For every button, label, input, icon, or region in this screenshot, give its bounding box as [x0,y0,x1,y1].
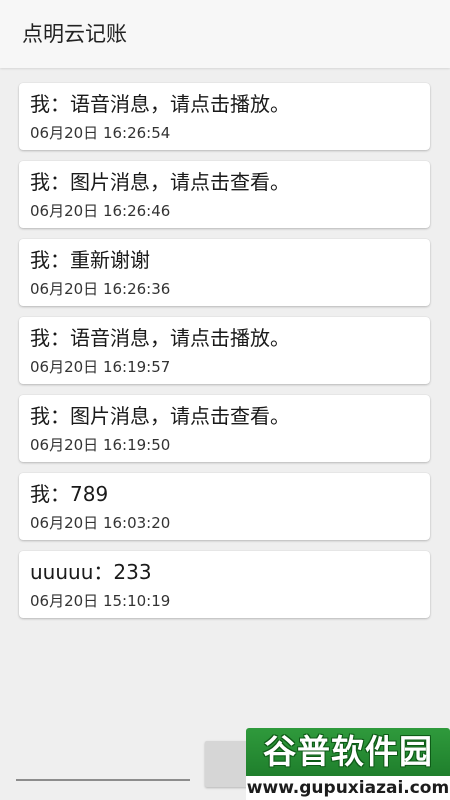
message-sender: 我 [30,404,50,428]
message-sender: uuuuu [30,560,94,584]
message-body: 图片消息，请点击查看。 [70,170,290,194]
message-card[interactable]: 我：图片消息，请点击查看。 06月20日 16:19:50 [19,395,430,462]
message-sender: 我 [30,482,50,506]
message-separator: ： [50,326,70,350]
message-card[interactable]: 我：语音消息，请点击播放。 06月20日 16:26:54 [19,83,430,150]
message-text: 我：789 [30,480,108,508]
message-body: 789 [70,482,109,506]
message-sender: 我 [30,248,50,272]
message-timestamp: 06月20日 16:03:20 [30,514,171,532]
app-title: 点明云记账 [22,22,127,46]
message-text: 我：图片消息，请点击查看。 [30,168,290,196]
message-text: 我：图片消息，请点击查看。 [30,402,290,430]
message-card[interactable]: 我：789 06月20日 16:03:20 [19,473,430,540]
message-timestamp: 06月20日 16:26:36 [30,280,171,298]
watermark-url: www.gupuxiazai.com [246,778,450,798]
message-separator: ： [50,248,70,272]
watermark-url-strip: www.gupuxiazai.com [246,776,450,800]
message-separator: ： [50,482,70,506]
message-timestamp: 06月20日 16:26:46 [30,202,171,220]
message-list[interactable]: 我：语音消息，请点击播放。 06月20日 16:26:54 我：图片消息，请点击查看… [19,83,430,629]
message-card[interactable]: 我：语音消息，请点击播放。 06月20日 16:19:57 [19,317,430,384]
message-sender: 我 [30,170,50,194]
message-card[interactable]: 我：图片消息，请点击查看。 06月20日 16:26:46 [19,161,430,228]
message-timestamp: 06月20日 16:19:50 [30,436,171,454]
message-card[interactable]: uuuuu：233 06月20日 15:10:19 [19,551,430,618]
watermark-title: 谷普软件园 [263,732,433,771]
message-timestamp: 06月20日 16:26:54 [30,124,171,142]
message-text: 我：语音消息，请点击播放。 [30,90,290,118]
message-body: 重新谢谢 [70,248,150,272]
message-separator: ： [93,560,114,584]
watermark: 谷普软件园 www.gupuxiazai.com [246,728,450,800]
watermark-banner: 谷普软件园 [246,728,450,776]
message-card[interactable]: 我：重新谢谢 06月20日 16:26:36 [19,239,430,306]
message-sender: 我 [30,326,50,350]
message-separator: ： [50,92,70,116]
message-text: uuuuu：233 [30,558,152,586]
message-timestamp: 06月20日 16:19:57 [30,358,171,376]
message-body: 语音消息，请点击播放。 [70,326,290,350]
message-body: 图片消息，请点击查看。 [70,404,290,428]
message-timestamp: 06月20日 15:10:19 [30,592,171,610]
message-text: 我：语音消息，请点击播放。 [30,324,290,352]
message-separator: ： [50,404,70,428]
message-separator: ： [50,170,70,194]
message-body: 语音消息，请点击播放。 [70,92,290,116]
app-bar: 点明云记账 [0,0,450,68]
message-sender: 我 [30,92,50,116]
message-text: 我：重新谢谢 [30,246,150,274]
message-input[interactable] [16,779,190,781]
message-body: 233 [113,560,152,584]
